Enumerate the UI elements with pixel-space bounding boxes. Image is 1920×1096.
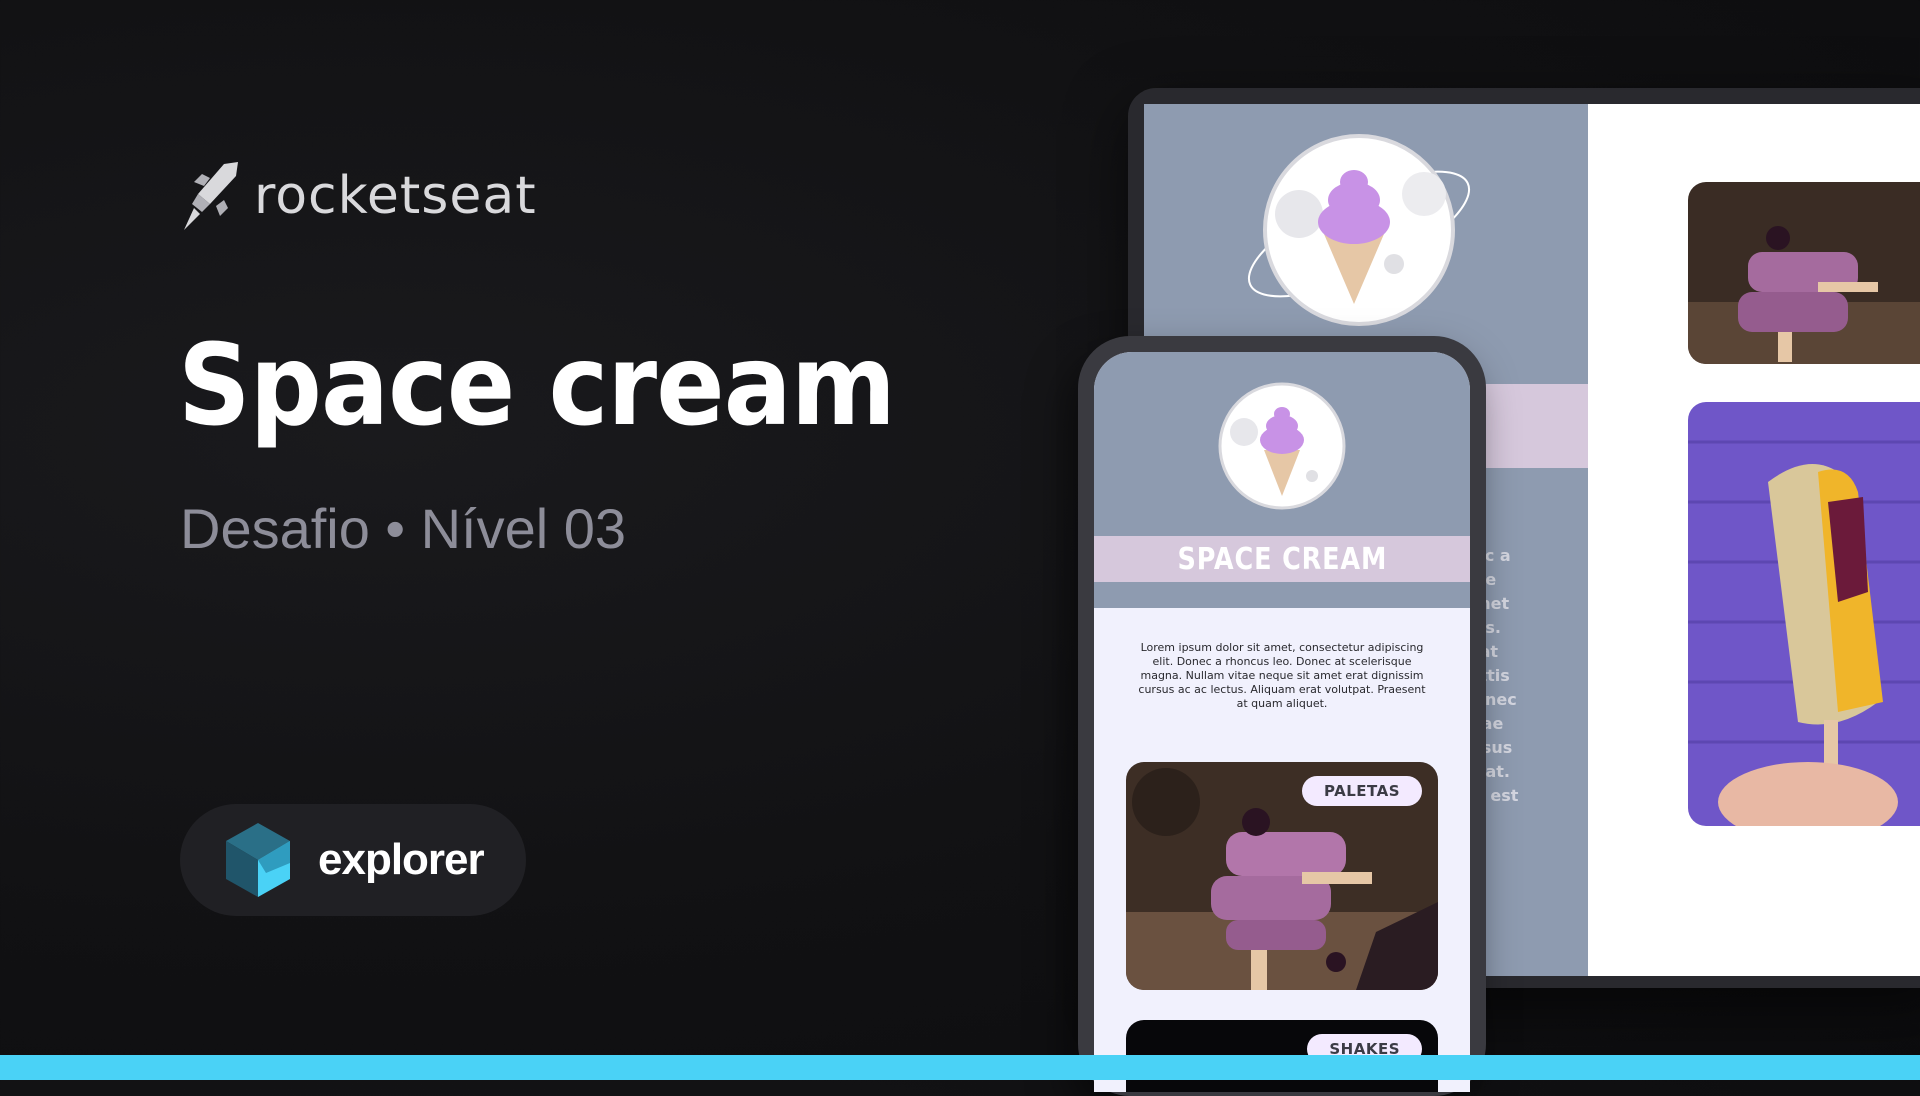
- purple-popsicles-photo: [1688, 182, 1920, 364]
- category-card-paletas[interactable]: PALETAS: [1126, 762, 1438, 990]
- space-cream-logo-icon: [1218, 382, 1346, 510]
- mobile-intro-text: Lorem ipsum dolor sit amet, consectetur …: [1138, 641, 1426, 710]
- mobile-mockup: SPACE CREAM Lorem ipsum dolor sit amet, …: [1078, 336, 1486, 1096]
- tag-paletas: PALETAS: [1301, 776, 1422, 806]
- brand-name: rocketseat: [254, 166, 537, 226]
- desktop-intro-text: ec a ue met us. at ittis onec tae rsus p…: [1474, 546, 1519, 805]
- explorer-badge: explorer: [180, 804, 526, 916]
- explorer-cube-icon: [226, 823, 290, 897]
- nut-popsicle-photo: [1688, 402, 1920, 826]
- accent-bottom-bar: [0, 1055, 1920, 1080]
- page-subtitle: Desafio • Nível 03: [180, 497, 627, 560]
- page-title: Space cream: [178, 321, 896, 451]
- mobile-screen: SPACE CREAM Lorem ipsum dolor sit amet, …: [1094, 352, 1470, 1092]
- explorer-label: explorer: [318, 835, 485, 884]
- mobile-site-title: SPACE CREAM: [1177, 541, 1387, 577]
- mobile-title-band: SPACE CREAM: [1094, 536, 1470, 582]
- rocket-icon: [184, 162, 238, 230]
- rocketseat-logo: rocketseat: [180, 160, 537, 232]
- space-cream-logo-icon: [1247, 134, 1471, 326]
